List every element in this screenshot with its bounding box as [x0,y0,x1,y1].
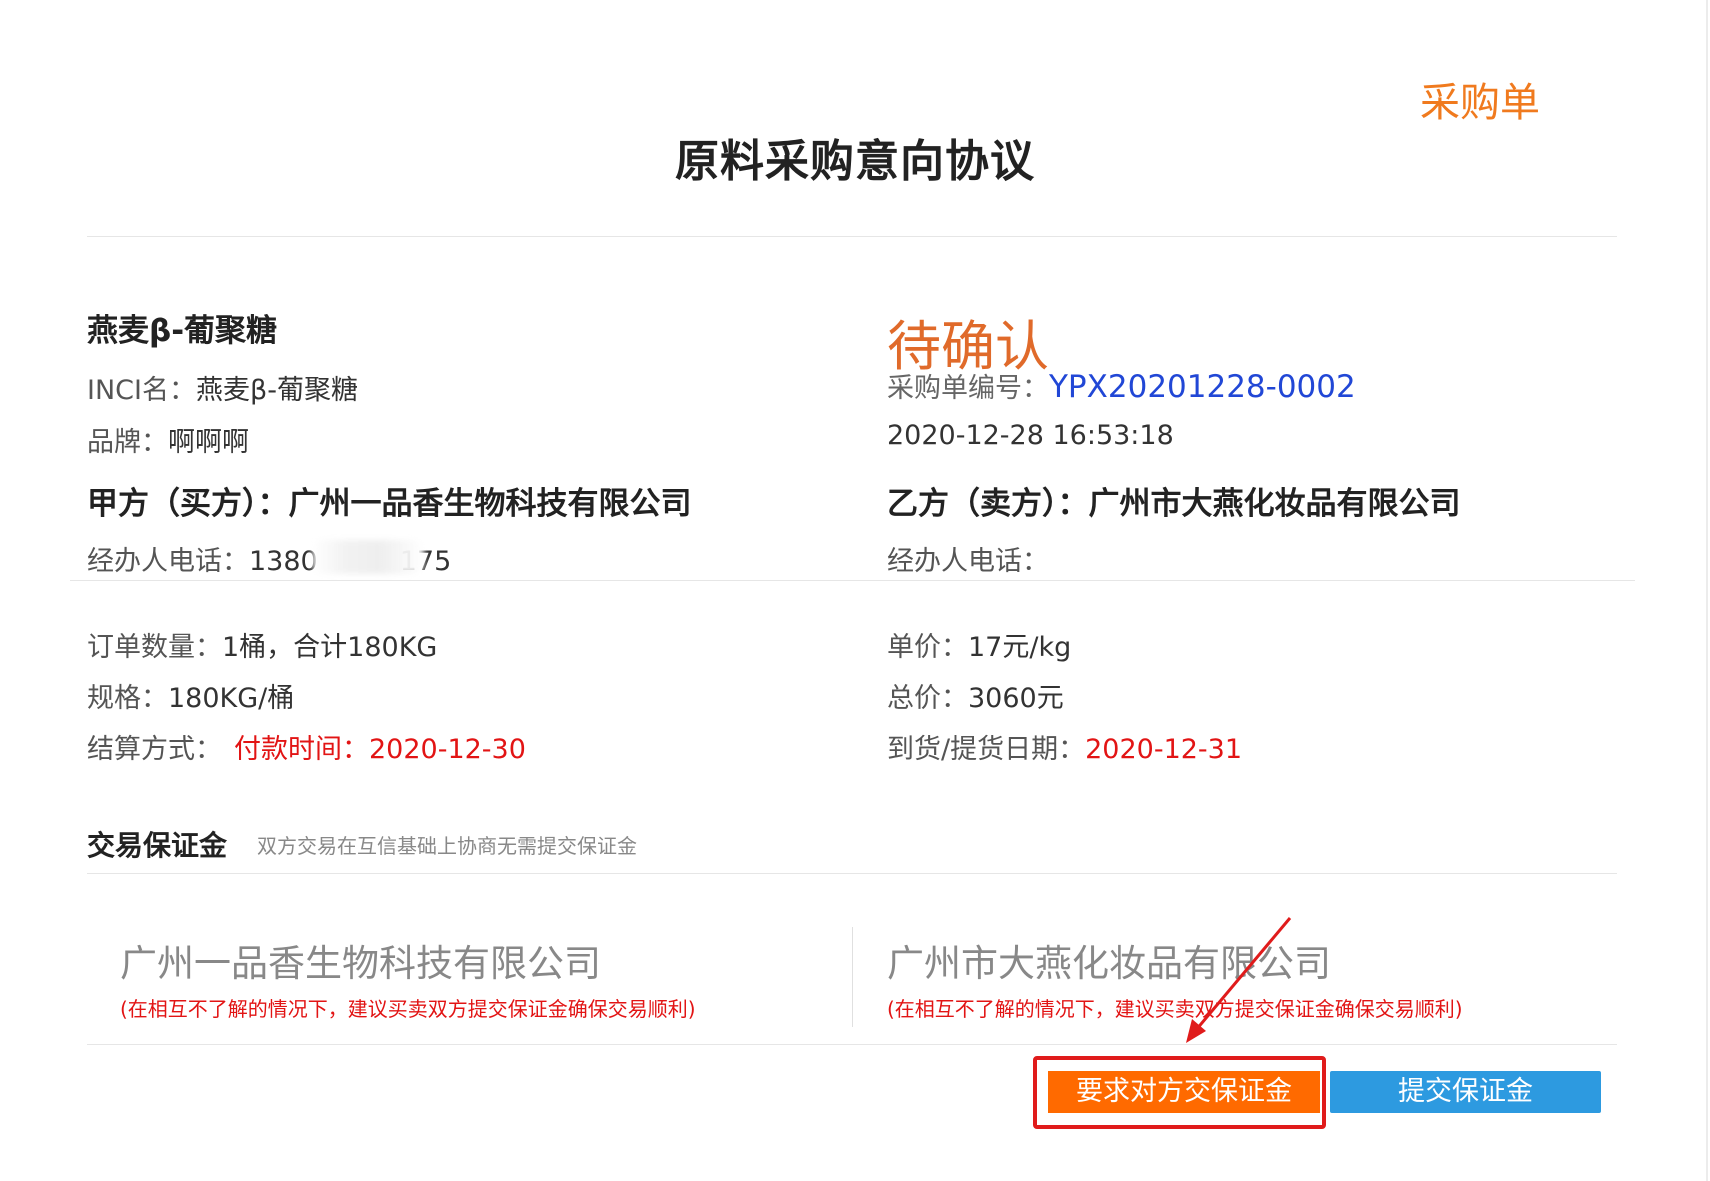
settlement-field: 结算方式： 付款时间：2020-12-30 [87,727,526,766]
brand-label: 品牌： [87,427,168,458]
order-datetime: 2020-12-28 16:53:18 [887,420,1174,451]
deposit-bottom-divider [87,1044,1617,1045]
deposit-buyer-tip: (在相互不了解的情况下，建议买卖双方提交保证金确保交易顺利) [120,997,696,1021]
deposit-column-divider [852,927,853,1027]
deposit-divider [87,873,1617,874]
spec-label: 规格： [87,683,168,714]
inci-label: INCI名： [87,375,196,406]
party-b-phone: 经办人电话： [887,539,1049,578]
party-b-phone-label: 经办人电话： [887,546,1049,577]
party-a-label: 甲方（买方）： [87,486,289,522]
spec-value: 180KG/桶 [168,683,295,714]
brand-field: 品牌：啊啊啊 [87,420,249,459]
submit-deposit-button[interactable]: 提交保证金 [1330,1071,1601,1113]
product-name: 燕麦β-葡聚糖 [87,313,278,349]
deposit-seller-tip: (在相互不了解的情况下，建议买卖双方提交保证金确保交易顺利) [887,997,1463,1021]
deposit-section-title: 交易保证金 [87,829,228,862]
unit-price-label: 单价： [887,632,968,663]
inci-value: 燕麦β-葡聚糖 [195,375,358,406]
parties-divider [70,580,1635,581]
brand-value: 啊啊啊 [168,427,249,458]
unit-price-field: 单价：17元/kg [887,625,1071,664]
annotation-highlight-box [1033,1056,1326,1129]
settlement-value: 付款时间：2020-12-30 [234,734,526,765]
delivery-date-value: 2020-12-31 [1085,734,1243,765]
page-title: 原料采购意向协议 [675,136,1035,187]
party-b-label: 乙方（卖方）： [887,486,1089,522]
total-price-label: 总价： [887,683,968,714]
total-price-value: 3060元 [968,683,1064,714]
party-a-company: 广州一品香生物科技有限公司 [288,486,692,522]
purchase-order-label: 采购单 [1420,80,1540,126]
deposit-section-note: 双方交易在互信基础上协商无需提交保证金 [257,834,637,858]
phone-redaction-blur [312,540,424,574]
delivery-date-field: 到货/提货日期：2020-12-31 [887,727,1242,766]
deposit-buyer-company: 广州一品香生物科技有限公司 [120,942,601,985]
party-a: 甲方（买方）：广州一品香生物科技有限公司 [87,478,692,523]
delivery-date-label: 到货/提货日期： [887,734,1086,765]
party-b-company: 广州市大燕化妆品有限公司 [1088,486,1461,522]
unit-price-value: 17元/kg [968,632,1072,663]
order-number: YPX20201228-0002 [1049,369,1356,405]
quantity-value: 1桶，合计180KG [222,632,438,663]
party-a-phone-value: 1380 [249,546,318,577]
order-number-label: 采购单编号： [887,373,1049,404]
header-divider [87,236,1617,237]
quantity-field: 订单数量：1桶，合计180KG [87,625,437,664]
total-price-field: 总价：3060元 [887,676,1064,715]
inci-field: INCI名：燕麦β-葡聚糖 [87,368,358,407]
deposit-seller-company: 广州市大燕化妆品有限公司 [887,942,1331,985]
party-a-phone-label: 经办人电话： [87,546,249,577]
party-b: 乙方（卖方）：广州市大燕化妆品有限公司 [887,478,1461,523]
quantity-label: 订单数量： [87,632,222,663]
spec-field: 规格：180KG/桶 [87,676,294,715]
settlement-label: 结算方式： [87,734,222,765]
order-number-field: 采购单编号：YPX20201228-0002 [887,366,1356,405]
